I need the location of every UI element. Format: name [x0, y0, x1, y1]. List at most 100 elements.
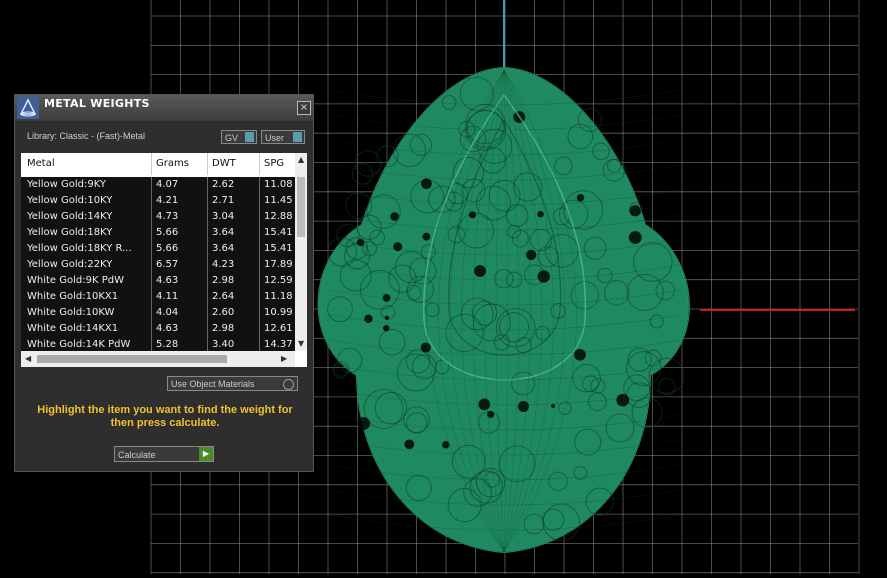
column-divider	[259, 273, 260, 289]
column-divider	[207, 257, 208, 273]
table-row[interactable]: Yellow Gold:10KY 4.21 2.71 11.45	[21, 193, 295, 209]
table-cell: 4.11	[156, 291, 179, 302]
column-divider	[259, 225, 260, 241]
scroll-down-icon[interactable]: ▼	[298, 339, 304, 348]
table-cell: White Gold:14K PdW	[27, 339, 131, 350]
column-divider	[207, 273, 208, 289]
gv-toggle[interactable]: GV	[221, 130, 257, 144]
column-divider	[151, 241, 152, 257]
play-icon[interactable]: ▶	[199, 447, 213, 461]
column-divider	[259, 209, 260, 225]
table-cell: Yellow Gold:10KY	[27, 195, 113, 206]
lattice-hole	[364, 314, 373, 323]
lattice-hole	[404, 439, 415, 450]
table-cell: 2.71	[212, 195, 235, 206]
horizontal-scrollbar[interactable]: ◀ ▶	[21, 351, 295, 367]
table-cell: 11.45	[264, 195, 293, 206]
table-cell: Yellow Gold:18KY	[27, 227, 113, 238]
table-cell: White Gold:10KX1	[27, 291, 119, 302]
table-cell: Yellow Gold:22KY	[27, 259, 113, 270]
table-cell: 12.61	[264, 323, 293, 334]
column-divider	[207, 177, 208, 193]
use-object-materials-option[interactable]: Use Object Materials	[167, 376, 298, 391]
column-header-metal[interactable]: Metal	[27, 158, 55, 169]
metal-weights-table[interactable]: Metal Grams DWT SPG Yellow Gold:9KY 4.07 2…	[21, 153, 307, 367]
column-divider	[207, 225, 208, 241]
table-row[interactable]: White Gold:9K PdW 4.63 2.98 12.59	[21, 273, 295, 289]
table-cell: 6.57	[156, 259, 179, 270]
table-cell: 4.63	[156, 323, 179, 334]
library-label: Library: Classic - (Fast)-Metal	[27, 131, 146, 141]
user-toggle[interactable]: User	[261, 130, 305, 144]
gv-toggle-label: GV	[225, 133, 239, 143]
column-divider	[259, 241, 260, 257]
table-cell: 4.04	[156, 307, 179, 318]
column-divider	[151, 289, 152, 305]
lattice-hole	[383, 325, 390, 332]
close-button[interactable]: ×	[297, 101, 311, 115]
lattice-hole	[420, 342, 431, 353]
vertical-scrollbar[interactable]: ▲ ▼	[295, 153, 307, 351]
column-divider	[207, 193, 208, 209]
metal-weights-panel: METAL WEIGHTS × Library: Classic - (Fast…	[14, 94, 314, 472]
table-cell: 2.64	[212, 291, 235, 302]
table-row[interactable]: Yellow Gold:18KY R... 5.66 3.64 15.41	[21, 241, 295, 257]
table-cell: Yellow Gold:18KY R...	[27, 243, 132, 254]
column-header-dwt[interactable]: DWT	[212, 158, 236, 169]
table-cell: 4.63	[156, 275, 179, 286]
table-header: Metal Grams DWT SPG	[21, 153, 295, 175]
wireframe-egg-pendant-model	[317, 66, 690, 554]
table-cell: 14.37	[264, 339, 293, 350]
lattice-hole	[390, 212, 399, 221]
lattice-hole	[616, 393, 630, 407]
column-header-grams[interactable]: Grams	[156, 158, 189, 169]
calculate-label: Calculate	[118, 450, 156, 460]
scroll-right-icon[interactable]: ▶	[281, 354, 287, 363]
column-header-spg[interactable]: SPG	[264, 158, 284, 169]
column-divider[interactable]	[151, 153, 152, 175]
table-row[interactable]: White Gold:14KX1 4.63 2.98 12.61	[21, 321, 295, 337]
column-divider[interactable]	[207, 153, 208, 175]
table-row[interactable]: Yellow Gold:18KY 5.66 3.64 15.41	[21, 225, 295, 241]
scroll-thumb[interactable]	[37, 355, 227, 363]
table-cell: White Gold:9K PdW	[27, 275, 124, 286]
lattice-hole	[384, 315, 390, 320]
table-row[interactable]: Yellow Gold:9KY 4.07 2.62 11.08	[21, 177, 295, 193]
use-object-materials-label: Use Object Materials	[171, 379, 255, 389]
panel-titlebar[interactable]: METAL WEIGHTS ×	[15, 95, 313, 121]
table-cell: 5.28	[156, 339, 179, 350]
toggle-knob-icon	[293, 132, 302, 142]
table-row[interactable]: White Gold:10KX1 4.11 2.64 11.18	[21, 289, 295, 305]
metal-weights-icon	[17, 97, 39, 119]
calculate-button[interactable]: Calculate ▶	[114, 446, 214, 462]
column-divider	[151, 257, 152, 273]
scroll-up-icon[interactable]: ▲	[298, 155, 304, 164]
lattice-hole	[628, 231, 642, 244]
toggle-knob-icon	[245, 132, 254, 142]
table-cell: 2.62	[212, 179, 235, 190]
column-divider	[207, 321, 208, 337]
model-body	[317, 66, 690, 554]
table-row[interactable]: White Gold:10KW 4.04 2.60 10.99	[21, 305, 295, 321]
scroll-left-icon[interactable]: ◀	[25, 354, 31, 363]
column-divider	[259, 193, 260, 209]
table-cell: 2.98	[212, 275, 235, 286]
lattice-hole	[469, 211, 477, 219]
table-row[interactable]: Yellow Gold:22KY 6.57 4.23 17.89	[21, 257, 295, 273]
lattice-hole	[629, 205, 641, 217]
scroll-thumb[interactable]	[297, 177, 305, 237]
column-divider[interactable]	[259, 153, 260, 175]
radio-icon[interactable]	[283, 379, 294, 390]
table-cell: 12.88	[264, 211, 293, 222]
table-cell: 2.98	[212, 323, 235, 334]
lattice-hole	[576, 193, 585, 202]
table-cell: 3.64	[212, 227, 235, 238]
column-divider	[207, 289, 208, 305]
table-cell: 3.40	[212, 339, 235, 350]
table-cell: 2.60	[212, 307, 235, 318]
lattice-hole	[357, 417, 371, 430]
table-cell: White Gold:10KW	[27, 307, 115, 318]
table-cell: 15.41	[264, 243, 293, 254]
lattice-hole	[551, 403, 556, 408]
table-row[interactable]: Yellow Gold:14KY 4.73 3.04 12.88	[21, 209, 295, 225]
